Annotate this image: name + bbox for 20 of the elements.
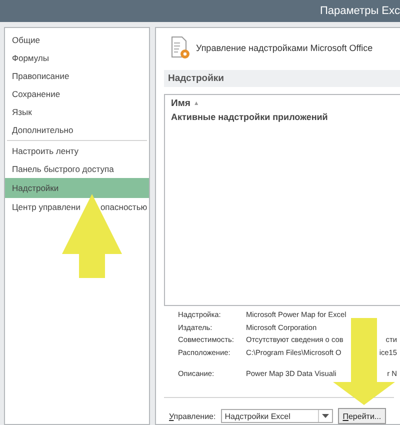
sidebar-item[interactable]: Сохранение [5,85,149,103]
group-heading: Активные надстройки приложений [171,112,329,122]
section-header: Надстройки [164,70,400,87]
go-button[interactable]: Перейти... [338,408,386,424]
sidebar-item[interactable]: Настроить ленту [5,142,149,160]
sidebar-item[interactable]: Панель быстрого доступа [5,160,149,178]
document-gear-icon [170,36,192,60]
manage-label: Управление: [169,412,216,420]
sidebar-item[interactable]: Центр управлени [12,202,80,212]
sidebar-item[interactable]: Правописание [5,67,149,85]
page-heading: Управление надстройками Microsoft Office [196,43,373,53]
manage-dropdown[interactable]: Надстройки Excel [220,409,333,423]
sidebar-item[interactable]: Надстройки [5,178,149,198]
caret-icon [322,414,329,418]
sidebar-item[interactable]: Формулы [5,49,149,67]
sidebar-item[interactable]: Язык [5,103,149,121]
sidebar-item[interactable]: Общие [5,31,149,49]
window-title: Параметры Exc [320,5,400,17]
sidebar-item[interactable]: опасностью [100,202,148,212]
sidebar-item[interactable]: Дополнительно [5,121,149,139]
